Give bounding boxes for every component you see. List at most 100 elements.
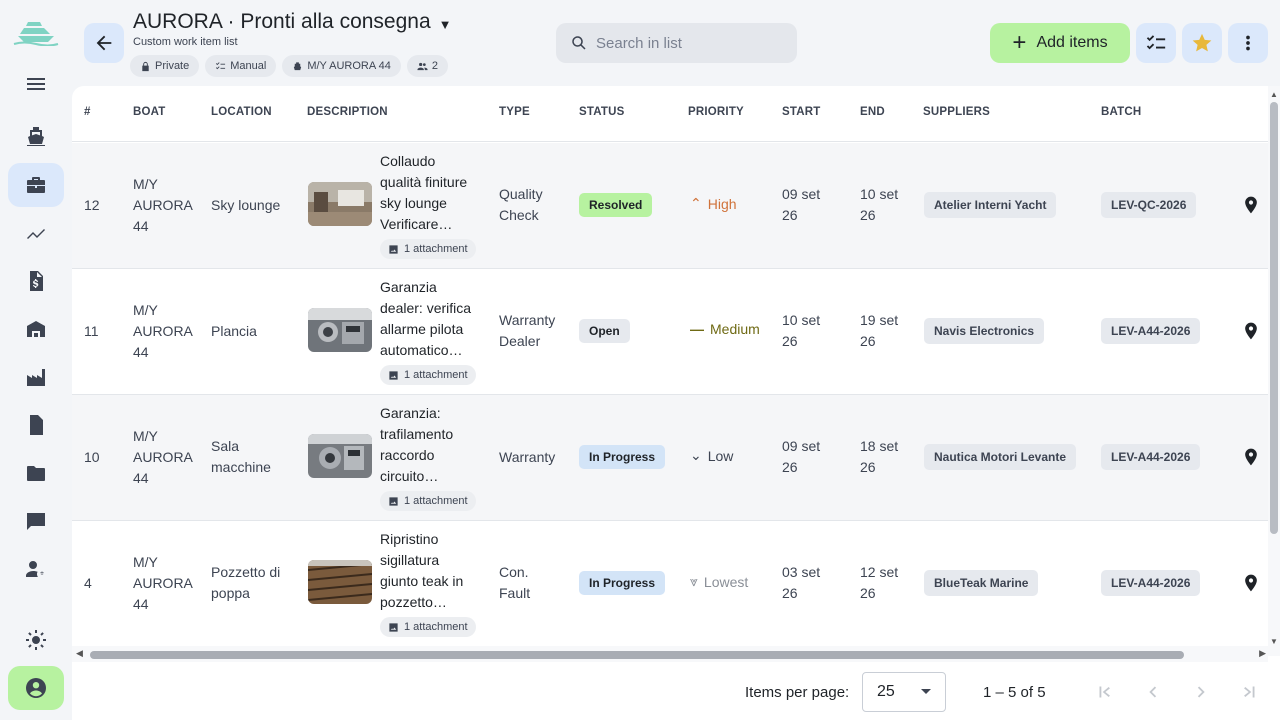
- more-vert-icon: [1246, 35, 1250, 51]
- status-badge[interactable]: In Progress: [579, 445, 666, 469]
- favorite-button[interactable]: [1182, 23, 1222, 63]
- supplier-chip[interactable]: BlueTeak Marine: [924, 570, 1039, 596]
- horizontal-scroll-thumb[interactable]: [90, 651, 1184, 659]
- location-pin-icon[interactable]: [1241, 572, 1261, 594]
- col-end[interactable]: END: [860, 106, 885, 118]
- col-status[interactable]: STATUS: [579, 106, 625, 118]
- back-button[interactable]: [84, 23, 124, 63]
- chevron-down-icon[interactable]: ▼: [439, 17, 452, 32]
- row-description[interactable]: Garanzia: trafilamento raccordo circuito…: [380, 403, 480, 487]
- factory-icon[interactable]: [8, 355, 64, 399]
- more-options-button[interactable]: [1228, 23, 1268, 63]
- item-photo-thumbnail[interactable]: [308, 182, 372, 226]
- attachment-badge[interactable]: 1 attachment: [380, 365, 476, 385]
- item-photo-thumbnail[interactable]: [308, 560, 372, 604]
- search-bar[interactable]: [556, 23, 797, 63]
- chip-label: 2: [431, 60, 439, 72]
- batch-chip[interactable]: LEV-A44-2026: [1101, 444, 1201, 470]
- page-size-value: 25: [877, 683, 895, 700]
- search-input[interactable]: [596, 34, 776, 52]
- col-batch[interactable]: BATCH: [1101, 106, 1141, 118]
- col-suppliers[interactable]: SUPPLIERS: [923, 106, 990, 118]
- location-pin-icon[interactable]: [1241, 446, 1261, 468]
- attachment-badge[interactable]: 1 attachment: [380, 491, 476, 511]
- menu-icon[interactable]: [8, 62, 64, 106]
- scroll-left-icon[interactable]: ◀: [76, 648, 83, 659]
- attachment-badge[interactable]: 1 attachment: [380, 617, 476, 637]
- priority-indicator[interactable]: ⌄ Low: [690, 447, 733, 464]
- select-mode-button[interactable]: [1136, 23, 1176, 63]
- invoice-icon[interactable]: [8, 259, 64, 303]
- location-pin-icon[interactable]: [1241, 320, 1261, 342]
- row-boat: M/Y AURORA 44: [133, 428, 193, 486]
- ship-logo-icon[interactable]: [12, 14, 60, 47]
- item-photo-thumbnail[interactable]: [308, 308, 372, 352]
- horizontal-scrollbar[interactable]: ◀ ▶: [72, 646, 1268, 662]
- search-icon: [572, 36, 586, 50]
- folder-icon[interactable]: [8, 451, 64, 495]
- batch-chip[interactable]: LEV-A44-2026: [1101, 318, 1201, 344]
- col-description[interactable]: DESCRIPTION: [307, 106, 388, 118]
- row-description[interactable]: Ripristino sigillatura giunto teak in pozze…: [380, 529, 480, 613]
- user-settings-icon[interactable]: [8, 547, 64, 591]
- previous-page-button[interactable]: [1141, 680, 1165, 704]
- people-icon: [417, 62, 428, 70]
- supplier-chip[interactable]: Atelier Interni Yacht: [924, 192, 1057, 218]
- supplier-chip[interactable]: Nautica Motori Levante: [924, 444, 1077, 470]
- attachment-badge[interactable]: 1 attachment: [380, 239, 476, 259]
- star-icon: [1192, 33, 1212, 52]
- chip-members[interactable]: 2: [406, 55, 449, 77]
- row-description[interactable]: Collaudo qualità finiture sky lounge Verifi…: [380, 151, 480, 235]
- chip-visibility[interactable]: Private: [130, 55, 200, 77]
- status-badge[interactable]: Open: [579, 319, 630, 343]
- item-photo-thumbnail[interactable]: [308, 434, 372, 478]
- scroll-down-icon[interactable]: ▼: [1270, 637, 1278, 646]
- page-size-select[interactable]: 25: [862, 672, 946, 712]
- table-row[interactable]: 12 M/Y AURORA 44 Sky lounge Collaudo qualit…: [72, 143, 1268, 269]
- col-type[interactable]: TYPE: [499, 106, 530, 118]
- add-items-button[interactable]: + Add items: [990, 23, 1130, 63]
- image-icon: [389, 622, 398, 632]
- contact-document-icon[interactable]: [8, 403, 64, 447]
- row-description[interactable]: Garanzia dealer: verifica allarme pilota au…: [380, 277, 480, 361]
- add-items-label: Add items: [1036, 34, 1108, 51]
- status-badge[interactable]: Resolved: [579, 193, 653, 217]
- page-title[interactable]: AURORA · Pronti alla consegna ▼: [133, 10, 452, 34]
- chip-mode[interactable]: Manual: [205, 55, 277, 77]
- supplier-chip[interactable]: Navis Electronics: [924, 318, 1045, 344]
- scroll-right-icon[interactable]: ▶: [1259, 648, 1266, 659]
- priority-indicator[interactable]: — Medium: [690, 321, 760, 337]
- theme-sun-icon[interactable]: [8, 618, 64, 662]
- table-row[interactable]: 4 M/Y AURORA 44 Pozzetto di poppa Ripristin…: [72, 521, 1268, 647]
- chat-icon[interactable]: [8, 499, 64, 543]
- image-icon: [389, 496, 398, 506]
- chip-boat[interactable]: M/Y AURORA 44: [282, 55, 401, 77]
- analytics-trend-icon[interactable]: [8, 211, 64, 255]
- table-row[interactable]: 10 M/Y AURORA 44 Sala macchine Garanzia: tra…: [72, 395, 1268, 521]
- col-number[interactable]: #: [84, 106, 91, 118]
- priority-indicator[interactable]: ⌃ High: [690, 195, 737, 212]
- status-badge[interactable]: In Progress: [579, 571, 666, 595]
- row-type: Con. Fault: [499, 564, 531, 601]
- last-page-button[interactable]: [1237, 680, 1261, 704]
- col-priority[interactable]: PRIORITY: [688, 106, 744, 118]
- next-page-button[interactable]: [1189, 680, 1213, 704]
- batch-chip[interactable]: LEV-A44-2026: [1101, 570, 1201, 596]
- batch-chip[interactable]: LEV-QC-2026: [1101, 192, 1197, 218]
- col-boat[interactable]: BOAT: [133, 106, 166, 118]
- items-per-page-label: Items per page:: [745, 684, 850, 701]
- boat-nav-icon[interactable]: [8, 114, 64, 158]
- table-row[interactable]: 11 M/Y AURORA 44 Plancia Garanzia dealer: v…: [72, 269, 1268, 395]
- work-items-briefcase-icon[interactable]: [8, 163, 64, 207]
- first-page-button[interactable]: [1093, 680, 1117, 704]
- location-pin-icon[interactable]: [1241, 194, 1261, 216]
- account-avatar-icon[interactable]: [8, 666, 64, 710]
- scroll-up-icon[interactable]: ▲: [1270, 90, 1278, 99]
- vertical-scroll-thumb[interactable]: [1270, 102, 1278, 534]
- vertical-scrollbar[interactable]: ▲ ▼: [1268, 86, 1280, 656]
- shipyard-building-icon[interactable]: [8, 307, 64, 351]
- col-start[interactable]: START: [782, 106, 820, 118]
- col-location[interactable]: LOCATION: [211, 106, 272, 118]
- plus-icon: +: [1012, 29, 1027, 56]
- priority-indicator[interactable]: ⩔ Lowest: [690, 573, 748, 590]
